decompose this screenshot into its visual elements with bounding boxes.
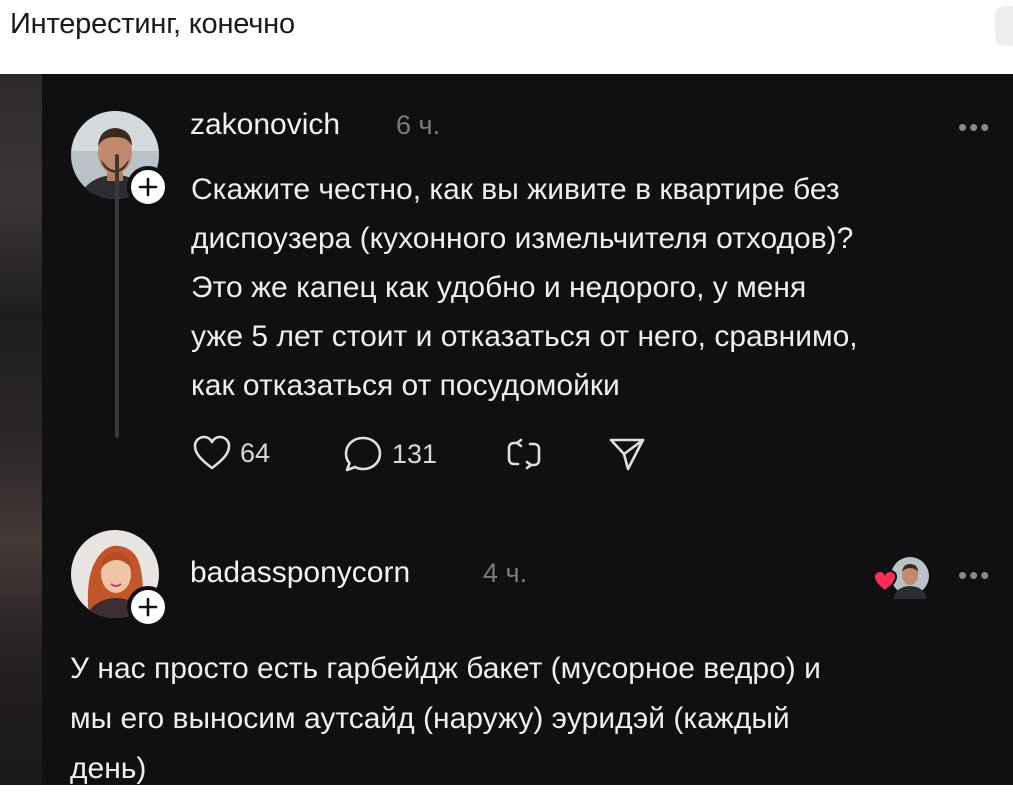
heart-icon: [193, 435, 231, 470]
share-button[interactable]: [607, 434, 647, 474]
heart-icon: [872, 569, 898, 593]
comment-count: 131: [392, 438, 438, 469]
reply-username[interactable]: badassponycorn: [190, 556, 410, 590]
post-text-line: Скажите честно, как вы живите в квартире…: [191, 173, 840, 206]
repost-icon: [507, 438, 541, 470]
liked-by-author: [870, 555, 930, 610]
page-title: Интерестинг, конечно: [10, 8, 295, 40]
post-text-line: Это же капец как удобно и недорого, у ме…: [191, 271, 807, 304]
post-time: 6 ч.: [396, 110, 441, 140]
more-icon[interactable]: •••: [958, 112, 991, 143]
follow-button[interactable]: [127, 586, 169, 628]
comment-button[interactable]: 131: [342, 434, 437, 474]
reply-text-line: день): [70, 752, 147, 785]
follow-button[interactable]: [127, 166, 169, 208]
post-username[interactable]: zakonovich: [190, 108, 340, 142]
reply-text-line: У нас просто есть гарбейдж бакет (мусорн…: [70, 652, 821, 685]
corner-button[interactable]: [995, 6, 1013, 46]
like-button[interactable]: 64: [192, 434, 270, 472]
plus-icon: [138, 177, 158, 197]
more-icon[interactable]: •••: [958, 560, 991, 591]
post-text-line: диспоузера (кухонного измельчителя отход…: [191, 222, 854, 255]
plus-icon: [138, 597, 158, 617]
reply-text: У нас просто есть гарбейдж бакет (мусорн…: [70, 644, 1000, 794]
repost-button[interactable]: [504, 434, 544, 474]
blurred-edge: [0, 74, 42, 785]
reply-text-line: мы его выносим аутсайд (наружу) эуридэй …: [70, 702, 790, 735]
reply-time: 4 ч.: [483, 558, 528, 588]
post-text-line: уже 5 лет стоит и отказаться от него, ср…: [191, 320, 858, 353]
like-count: 64: [240, 437, 271, 468]
post-text-line: как отказаться от посудомойки: [191, 369, 620, 402]
post-text: Скажите честно, как вы живите в квартире…: [191, 165, 1006, 410]
comment-icon: [344, 436, 382, 472]
share-icon: [609, 438, 645, 471]
thread-line: [115, 154, 119, 438]
